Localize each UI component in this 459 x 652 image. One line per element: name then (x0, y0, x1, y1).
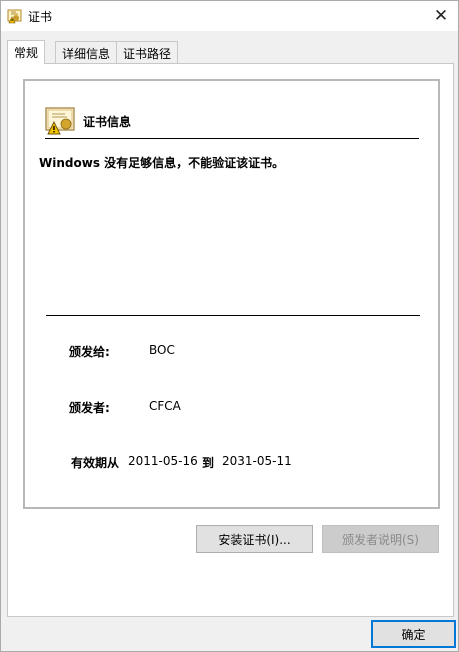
issued-to-value: BOC (149, 343, 175, 357)
close-icon: ✕ (433, 6, 449, 26)
issued-by-label: 颁发者: (69, 401, 110, 415)
tab-details[interactable]: 详细信息 (55, 41, 118, 63)
valid-to-value: 2031-05-11 (222, 454, 292, 468)
install-certificate-button[interactable]: 安装证书(I)... (196, 525, 313, 553)
certificate-info-box: 证书信息 Windows 没有足够信息，不能验证该证书。 颁发给: BOC 颁发… (23, 79, 440, 509)
validity-label: 有效期从 (71, 456, 120, 470)
issued-to-label: 颁发给: (69, 345, 110, 359)
valid-from-value: 2011-05-16 (128, 454, 198, 468)
ok-button[interactable]: 确定 (371, 620, 456, 648)
validity-to-label: 到 (202, 456, 215, 470)
divider (46, 315, 420, 316)
divider (45, 138, 419, 139)
tab-cert-path[interactable]: 证书路径 (116, 41, 179, 63)
cert-info-heading: 证书信息 (83, 115, 132, 129)
window-title: 证书 (28, 10, 53, 24)
close-button[interactable]: ✕ (424, 1, 458, 31)
title-bar: 证书 ✕ (1, 1, 458, 31)
certificate-dialog: 证书 ✕ 常规 详细信息 证书路径 证书信息 Windows 没有足够信息，不能… (0, 0, 459, 652)
tab-panel-general: 证书信息 Windows 没有足够信息，不能验证该证书。 颁发给: BOC 颁发… (7, 63, 454, 617)
certificate-warning-icon (7, 8, 23, 24)
issuer-statement-button: 颁发者说明(S) (322, 525, 439, 553)
verification-warning: Windows 没有足够信息，不能验证该证书。 (39, 156, 285, 170)
certificate-warning-icon (45, 105, 77, 135)
issued-by-value: CFCA (149, 399, 181, 413)
tab-general[interactable]: 常规 (7, 40, 46, 64)
